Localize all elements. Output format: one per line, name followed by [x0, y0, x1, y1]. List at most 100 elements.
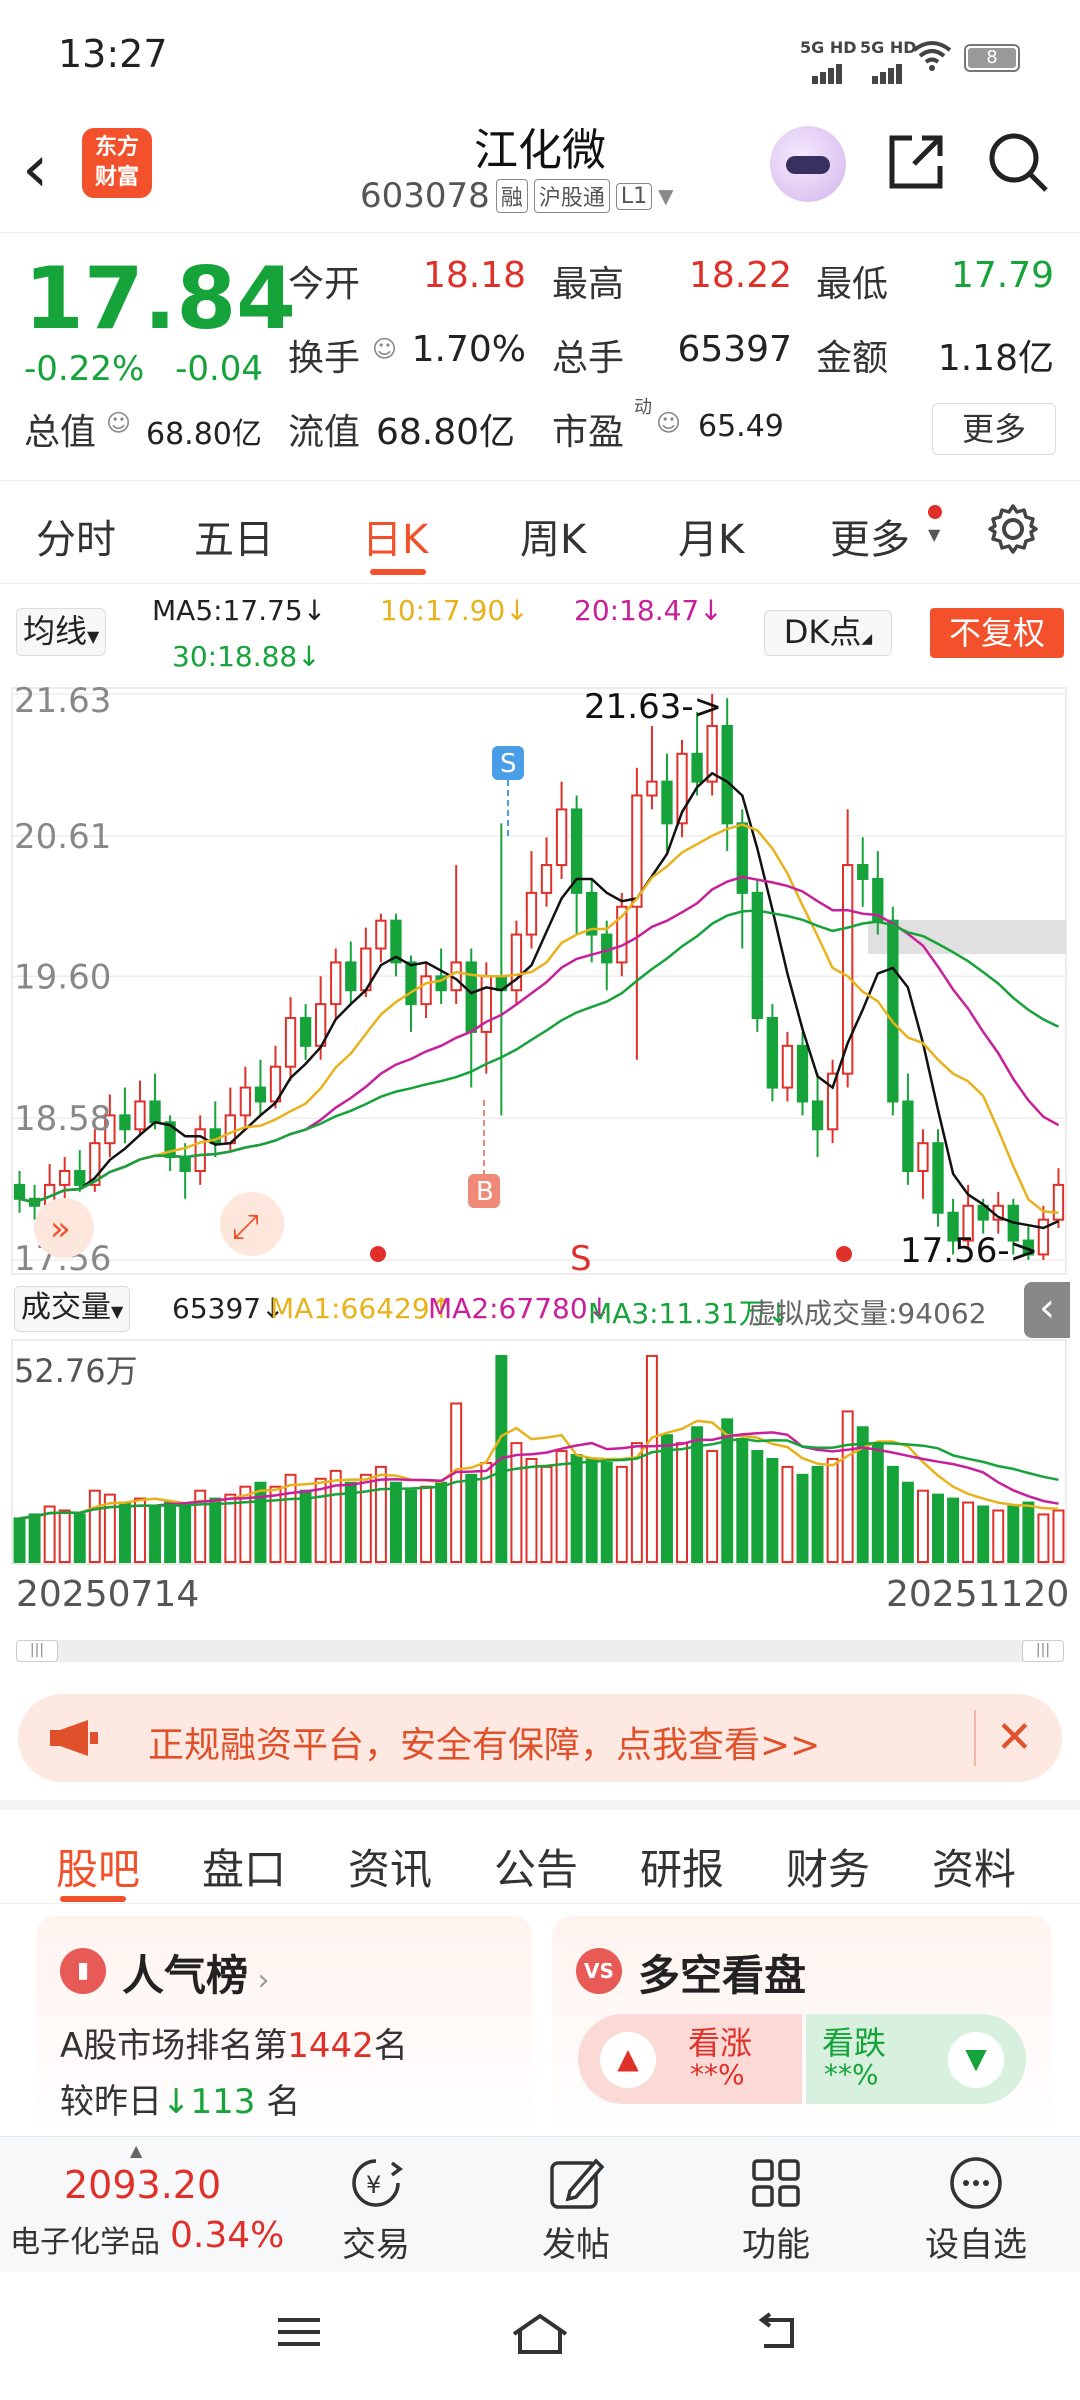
quote-panel: 17.84 -0.22% -0.04 今开 18.18 最高 18.22 最低 …: [0, 232, 1080, 472]
search-icon[interactable]: [984, 128, 1052, 196]
range-slider[interactable]: ||| |||: [16, 1640, 1064, 1662]
volume-bar: [585, 1457, 598, 1563]
tab-research[interactable]: 研报: [640, 1836, 724, 1897]
ma-select[interactable]: 均线▼: [16, 608, 107, 656]
status-time: 13:27: [58, 32, 168, 76]
candle: [134, 1100, 146, 1131]
price-adjust-button[interactable]: 不复权: [930, 608, 1064, 658]
close-icon[interactable]: ✕: [974, 1710, 1033, 1766]
volume-current: 65397↓: [172, 1292, 285, 1325]
tag-connect: 沪股通: [533, 179, 610, 213]
sector-index-value[interactable]: 2093.20: [64, 2163, 221, 2207]
share-icon[interactable]: [884, 130, 948, 194]
collapse-panel-button[interactable]: ‹: [1024, 1282, 1070, 1338]
kline-chart[interactable]: 21.6320.6119.6018.5817.56 21.63-> 17.56-…: [0, 680, 1080, 1280]
volume-bar: [58, 1509, 71, 1563]
gear-icon[interactable]: [986, 502, 1040, 556]
dk-point-button[interactable]: DK点◢: [764, 610, 892, 656]
volume-bar: [901, 1481, 914, 1563]
triangle-up-icon: ▲: [600, 2032, 656, 2088]
range-handle-left[interactable]: |||: [16, 1640, 58, 1662]
volume-bar: [284, 1473, 297, 1564]
info-icon[interactable]: ☺: [656, 409, 681, 437]
menu-icon[interactable]: [274, 2312, 324, 2352]
tab-monthly-k[interactable]: 月K: [678, 507, 744, 565]
volume-bar: [525, 1457, 538, 1563]
candle: [420, 975, 432, 1006]
volume-bar: [1052, 1509, 1065, 1563]
tab-orderbook[interactable]: 盘口: [202, 1836, 286, 1897]
assistant-robot-icon[interactable]: [770, 126, 846, 202]
candle: [661, 780, 673, 825]
volume-bar: [1037, 1513, 1050, 1563]
candle: [691, 752, 703, 783]
vote-up-button[interactable]: ▲ 看涨 **%: [578, 2014, 802, 2104]
ma20-value: 20:18.47↓: [574, 594, 723, 627]
volume-bar: [916, 1489, 929, 1564]
volume-chart[interactable]: 52.76万: [0, 1338, 1080, 1568]
event-dot: [370, 1246, 386, 1262]
candle: [887, 919, 899, 1103]
candle: [330, 961, 342, 1006]
volume-bar: [209, 1497, 222, 1563]
candle: [345, 961, 357, 992]
info-icon[interactable]: ☺: [106, 409, 131, 437]
volume-bar: [88, 1489, 101, 1564]
signal-bars-2-icon: [872, 56, 912, 84]
volume-bar: [796, 1473, 809, 1564]
volume-bar: [1007, 1505, 1020, 1564]
promo-banner[interactable]: 正规融资平台，安全有保障，点我查看>> ✕: [18, 1694, 1062, 1782]
grid-icon: [752, 2159, 800, 2207]
tab-news[interactable]: 资讯: [348, 1836, 432, 1897]
sector-name[interactable]: 电子化学品: [10, 2217, 160, 2261]
candle: [284, 1017, 297, 1068]
wifi-icon: [912, 40, 952, 80]
post-button[interactable]: 发帖: [506, 2145, 646, 2273]
volume-bar: [118, 1501, 131, 1563]
tab-daily-k[interactable]: 日K: [362, 507, 428, 565]
back-nav-icon[interactable]: [752, 2312, 802, 2352]
vs-icon: VS: [576, 1948, 622, 1994]
tab-profile[interactable]: 资料: [932, 1836, 1016, 1897]
promo-text[interactable]: 正规融资平台，安全有保障，点我查看>>: [148, 1716, 820, 1768]
float-label: 流值: [288, 412, 361, 453]
tab-more[interactable]: 更多: [830, 507, 910, 565]
amount-value: 1.18亿: [937, 338, 1054, 379]
rank-change-line: 较昨日↓113 名: [60, 2082, 301, 2122]
volume-indicator-select[interactable]: 成交量▼: [14, 1286, 131, 1332]
functions-button[interactable]: 功能: [706, 2145, 846, 2273]
ma10-value: 10:17.90↓: [380, 594, 529, 627]
candle: [465, 961, 477, 1033]
vote-down-button[interactable]: 看跌 **% ▼: [806, 2014, 1026, 2104]
bar-chart-icon: ▮: [60, 1948, 106, 1994]
range-handle-right[interactable]: |||: [1022, 1640, 1064, 1662]
volume-bar: [314, 1477, 327, 1563]
candle: [932, 1142, 944, 1214]
float-value: 68.80亿: [376, 412, 516, 453]
tab-financials[interactable]: 财务: [786, 1836, 870, 1897]
change-percent: -0.22%: [24, 349, 145, 389]
high-label: 最高: [552, 264, 625, 305]
chevron-down-icon[interactable]: ▼: [658, 184, 673, 208]
pe-value: 65.49: [698, 409, 784, 444]
tab-forum[interactable]: 股吧: [56, 1836, 140, 1897]
tab-announcements[interactable]: 公告: [494, 1836, 578, 1897]
caret-up-icon[interactable]: ▲: [130, 2141, 142, 2160]
more-quote-button[interactable]: 更多: [932, 403, 1056, 455]
info-icon[interactable]: ☺: [372, 335, 397, 363]
home-icon[interactable]: [510, 2312, 570, 2356]
tab-weekly-k[interactable]: 周K: [520, 507, 586, 565]
popularity-card[interactable]: ▮ 人气榜 › A股市场排名第1442名 较昨日↓113 名: [36, 1916, 532, 2136]
volume-bar: [269, 1485, 282, 1563]
tab-five-day[interactable]: 五日: [194, 507, 274, 565]
candle: [1052, 1183, 1065, 1221]
trade-button[interactable]: ¥ 交易: [306, 2145, 446, 2273]
tab-intraday[interactable]: 分时: [36, 507, 116, 565]
open-label: 今开: [288, 264, 361, 305]
candle: [540, 864, 553, 894]
volume-bar: [570, 1454, 583, 1563]
volume-bar: [389, 1481, 402, 1563]
turnover-label: 换手: [288, 338, 361, 379]
volume-bar: [164, 1501, 177, 1563]
add-watchlist-button[interactable]: 设自选: [906, 2145, 1046, 2273]
